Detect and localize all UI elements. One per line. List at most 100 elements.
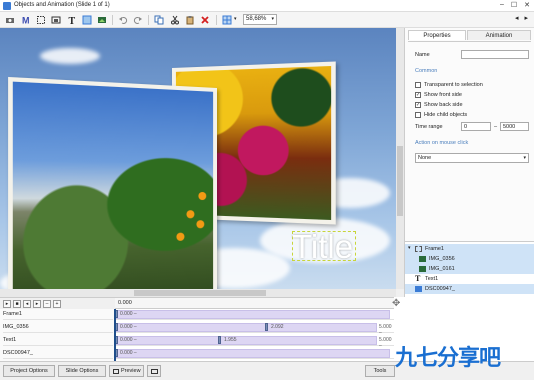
keyframe-value: 1.955 (224, 337, 237, 343)
preview-button[interactable]: Preview (109, 365, 144, 377)
chevron-down-icon: ▾ (523, 155, 526, 161)
keyframe-value: 0.000 – (120, 311, 137, 317)
canvas-horizontal-scrollbar[interactable] (0, 289, 396, 297)
keyframe[interactable] (218, 336, 221, 344)
track-bar[interactable] (115, 349, 390, 358)
add-image-icon[interactable] (5, 15, 15, 25)
photo-tree-image[interactable] (8, 77, 217, 289)
track-bar[interactable] (115, 336, 377, 345)
tree-item-img0356[interactable]: IMG_0356 (405, 254, 534, 264)
grid-icon[interactable] (222, 15, 232, 25)
fullscreen-icon (151, 369, 158, 374)
keyframe[interactable] (265, 323, 268, 331)
track-name[interactable]: DSC00947_ (3, 348, 113, 359)
canvas-vertical-scrollbar[interactable] (396, 28, 404, 289)
checkbox[interactable] (415, 112, 421, 118)
move-icon[interactable]: ✥ (392, 298, 400, 309)
grid-dropdown-icon[interactable]: ▾ (234, 16, 237, 22)
track-bar[interactable] (115, 323, 377, 332)
stop-icon[interactable]: ■ (13, 300, 21, 308)
time-range-label: Time range (415, 124, 443, 130)
frame-icon (415, 246, 422, 252)
track-img0356: 0.000 – 2.092 5.000 – (115, 322, 394, 333)
checkbox-label: Transparent to selection (424, 82, 483, 88)
slide-options-button[interactable]: Slide Options (58, 365, 106, 377)
add-m-icon[interactable]: M (21, 15, 31, 25)
add-video-icon[interactable] (97, 15, 107, 25)
remove-key-icon[interactable]: – (43, 300, 51, 308)
toolbar: M T ▾ 58,68% ▾ ◂ ▸ (0, 12, 534, 28)
track-bar[interactable] (115, 310, 390, 319)
ruler-time: 0.000 (118, 300, 132, 306)
object-tree: ▾ Frame1 IMG_0356 IMG_0161 T Text1 DSC00… (404, 241, 534, 297)
checkbox[interactable]: ✓ (415, 92, 421, 98)
play-icon[interactable]: ▸ (3, 300, 11, 308)
paste-icon[interactable] (185, 15, 195, 25)
previous-slide-icon[interactable]: ◂ (515, 14, 519, 22)
track-name[interactable]: IMG_0356 (3, 322, 113, 333)
checkbox[interactable] (415, 82, 421, 88)
add-text-icon[interactable]: T (67, 15, 77, 25)
keyframe-value: 0.000 – (120, 324, 137, 330)
action-value: None (418, 155, 431, 161)
next-slide-icon[interactable]: ▸ (524, 14, 528, 22)
tree-item-img0161[interactable]: IMG_0161 (405, 264, 534, 274)
add-photo-icon[interactable] (51, 15, 61, 25)
window-controls: – ☐ ✕ (500, 1, 530, 9)
add-frame-icon[interactable] (36, 15, 46, 25)
svg-text:M: M (22, 16, 30, 26)
add-key-icon[interactable]: + (53, 300, 61, 308)
timeline-ruler[interactable]: 0.000 (115, 297, 394, 309)
time-to-input[interactable]: 5000 (500, 122, 529, 131)
timeline-grid[interactable]: 0.000 – 0.000 – 2.092 5.000 – 0.000 – 1.… (115, 309, 394, 361)
properties-panel: Properties Animation Name Common Transpa… (404, 28, 534, 241)
tree-item-dsc00947[interactable]: DSC00947_ (405, 284, 534, 294)
window-title: Objects and Animation (Slide 1 of 1) (14, 2, 110, 8)
tools-button[interactable]: Tools (365, 365, 395, 377)
app-icon (3, 2, 11, 10)
redo-icon[interactable] (133, 15, 143, 25)
undo-icon[interactable] (118, 15, 128, 25)
close-icon[interactable]: ✕ (524, 1, 530, 9)
project-options-button[interactable]: Project Options (3, 365, 55, 377)
track-frame1: 0.000 – (115, 309, 394, 320)
checkbox-label: Show back side (424, 102, 463, 108)
preview-icon (113, 369, 119, 374)
fullscreen-button[interactable] (147, 365, 161, 377)
text-icon: T (415, 274, 420, 283)
name-label: Name (415, 52, 430, 58)
minimize-icon[interactable]: – (500, 1, 504, 9)
tab-animation[interactable]: Animation (467, 30, 531, 40)
add-rectangle-icon[interactable] (82, 15, 92, 25)
slide-nav: ◂ ▸ (515, 14, 528, 22)
image-icon (419, 266, 426, 272)
copy-icon[interactable] (154, 15, 164, 25)
checkbox-label: Hide child objects (424, 112, 467, 118)
time-from-input[interactable]: 0 (461, 122, 491, 131)
collapse-icon[interactable]: ▾ (408, 245, 411, 251)
checkbox[interactable]: ✓ (415, 102, 421, 108)
watermark-logo: 九七分享吧 (395, 340, 500, 372)
chevron-down-icon: ▾ (271, 16, 274, 22)
zoom-select[interactable]: 58,68% ▾ (243, 14, 277, 25)
keyframe-value: 0.000 – (120, 337, 137, 343)
timeline-toolbar: ▸ ■ ◂ ▸ – + (0, 297, 115, 309)
svg-text:T: T (69, 16, 76, 25)
tree-item-frame1[interactable]: ▾ Frame1 (405, 244, 534, 254)
cut-icon[interactable] (170, 15, 180, 25)
slide-canvas[interactable]: Title (0, 28, 396, 289)
name-input[interactable] (461, 50, 529, 59)
slide-title-text[interactable]: Title (292, 228, 353, 266)
maximize-icon[interactable]: ☐ (511, 1, 517, 9)
tab-properties[interactable]: Properties (408, 30, 466, 40)
delete-icon[interactable] (200, 15, 210, 25)
prev-key-icon[interactable]: ◂ (23, 300, 31, 308)
tree-item-text1[interactable]: T Text1 (405, 274, 534, 284)
action-select[interactable]: None ▾ (415, 153, 529, 163)
track-name[interactable]: Frame1 (3, 309, 113, 320)
timeline-cursor[interactable] (114, 309, 116, 361)
next-key-icon[interactable]: ▸ (33, 300, 41, 308)
image-icon (419, 256, 426, 262)
track-name[interactable]: Text1 (3, 335, 113, 346)
tree-item-label: Frame1 (425, 246, 444, 252)
